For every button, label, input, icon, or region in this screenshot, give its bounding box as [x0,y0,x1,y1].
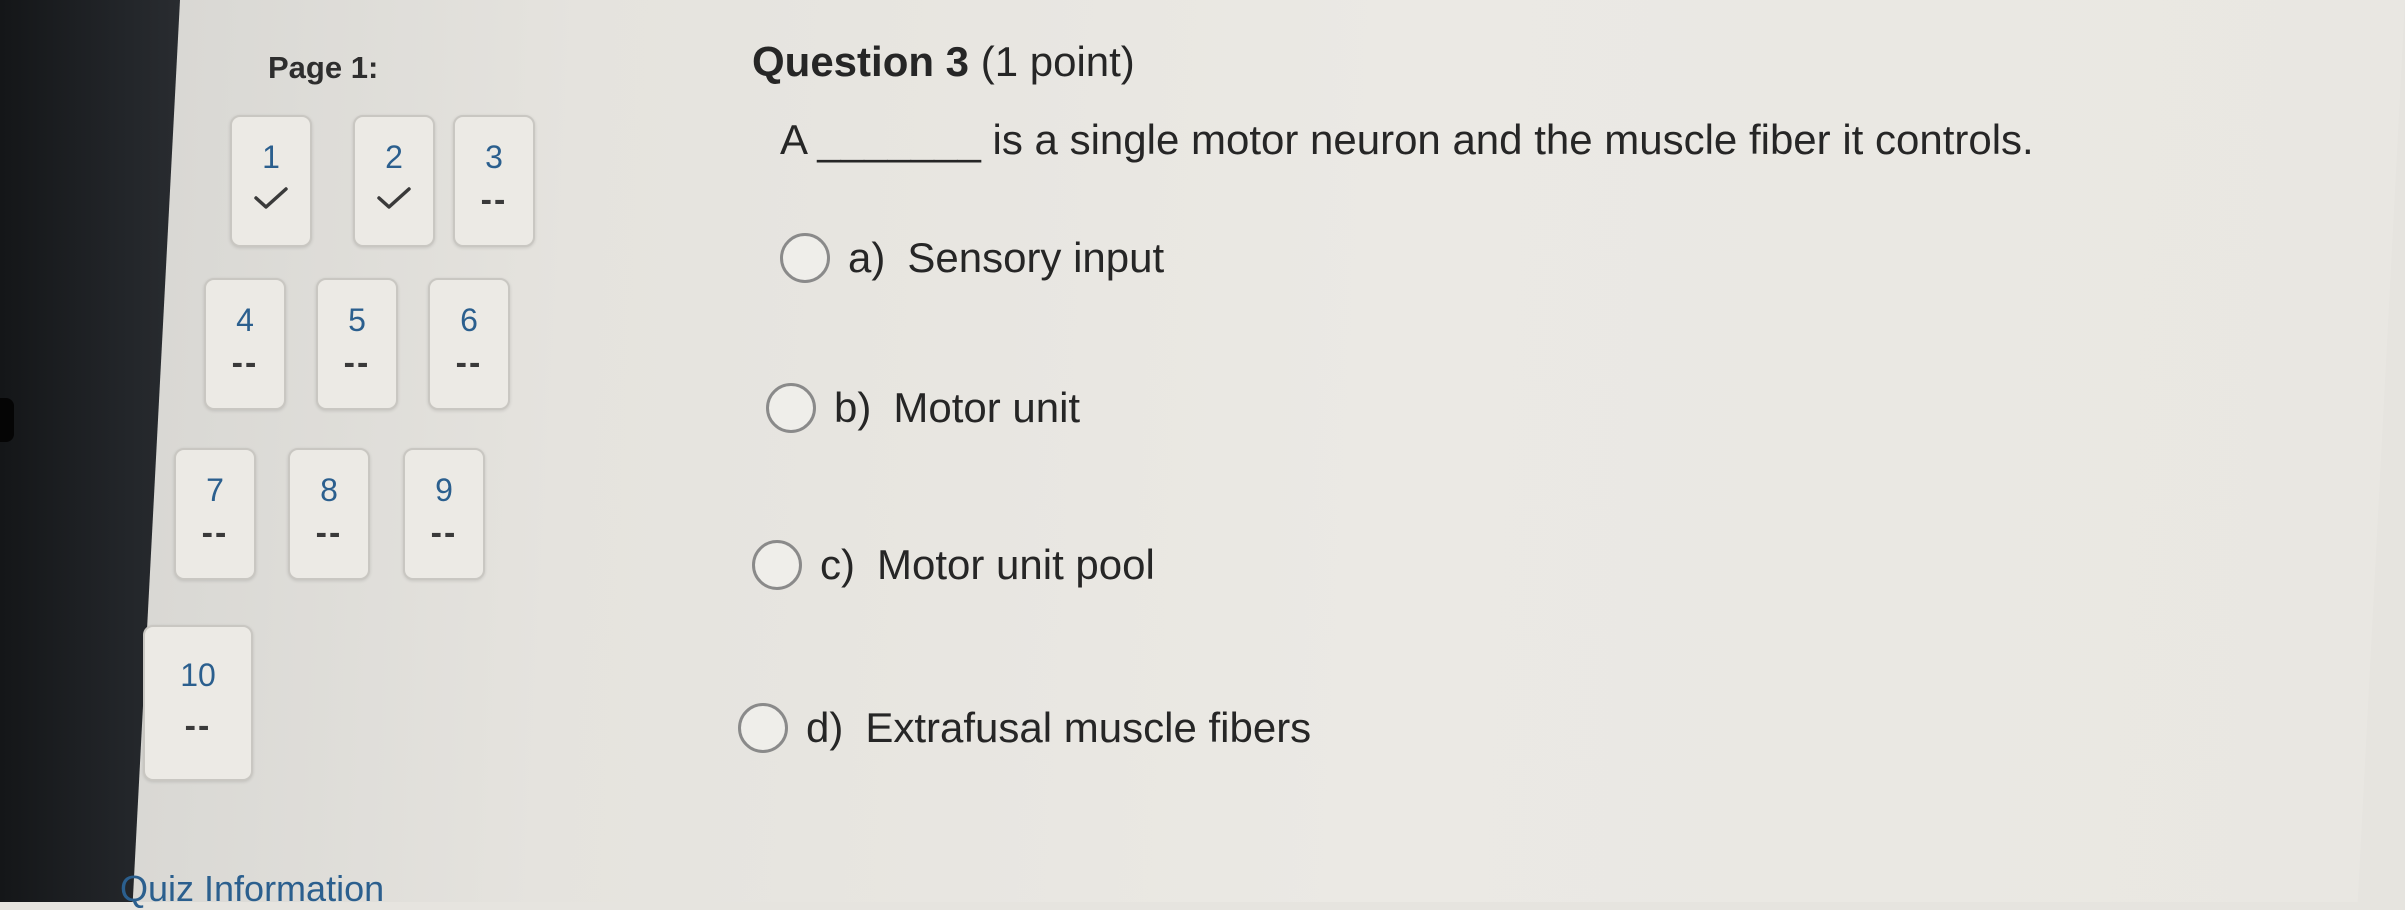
question-number: 9 [435,472,453,508]
option-label: Sensory input [907,234,1165,281]
question-number: 8 [320,472,338,508]
checkmark-icon [355,181,433,220]
quiz-page: Page 1: 1 2 3 -- 4 -- 5 -- 6 -- 7 -- 8 -… [0,0,2405,909]
question-status: -- [480,181,508,219]
option-a[interactable]: a) Sensory input [780,233,1164,283]
question-number: 2 [385,139,403,175]
question-nav-1[interactable]: 1 [230,115,312,247]
question-status: -- [455,344,483,382]
quiz-information-link[interactable]: Quiz Information [120,868,384,910]
question-number: 7 [206,472,224,508]
question-points: (1 point) [980,38,1135,85]
question-nav-7[interactable]: 7 -- [174,448,256,580]
option-label: Extrafusal muscle fibers [865,704,1312,751]
question-number: 10 [180,657,216,693]
option-letter: c) [820,541,855,588]
question-number: 4 [236,302,254,338]
question-title: Question 3 [752,38,970,85]
question-status: -- [343,344,371,382]
question-number: 6 [460,302,478,338]
question-heading: Question 3 (1 point) [752,38,1135,86]
question-nav-4[interactable]: 4 -- [204,278,286,410]
option-b[interactable]: b) Motor unit [766,383,1080,433]
question-status: -- [231,344,259,382]
page-label: Page 1: [268,50,379,85]
question-status: -- [201,514,229,552]
question-nav-5[interactable]: 5 -- [316,278,398,410]
option-label: Motor unit [893,384,1081,431]
question-status: -- [430,514,458,552]
question-text: A _______ is a single motor neuron and t… [780,116,2034,163]
question-status: -- [184,707,212,745]
question-nav-6[interactable]: 6 -- [428,278,510,410]
radio-d[interactable] [738,703,788,753]
option-label: Motor unit pool [877,541,1155,588]
question-nav-8[interactable]: 8 -- [288,448,370,580]
checkmark-icon [232,181,310,220]
question-nav-2[interactable]: 2 [353,115,435,247]
radio-c[interactable] [752,540,802,590]
question-nav-9[interactable]: 9 -- [403,448,485,580]
question-status: -- [315,514,343,552]
question-nav-3[interactable]: 3 -- [453,115,535,247]
radio-a[interactable] [780,233,830,283]
option-letter: a) [848,234,886,281]
question-number: 5 [348,302,366,338]
option-d[interactable]: d) Extrafusal muscle fibers [738,703,1311,753]
option-c[interactable]: c) Motor unit pool [752,540,1155,590]
question-nav-10[interactable]: 10 -- [143,625,253,781]
option-letter: b) [834,384,872,431]
question-number: 3 [485,139,503,175]
option-letter: d) [806,704,844,751]
radio-b[interactable] [766,383,816,433]
question-number: 1 [262,139,280,175]
